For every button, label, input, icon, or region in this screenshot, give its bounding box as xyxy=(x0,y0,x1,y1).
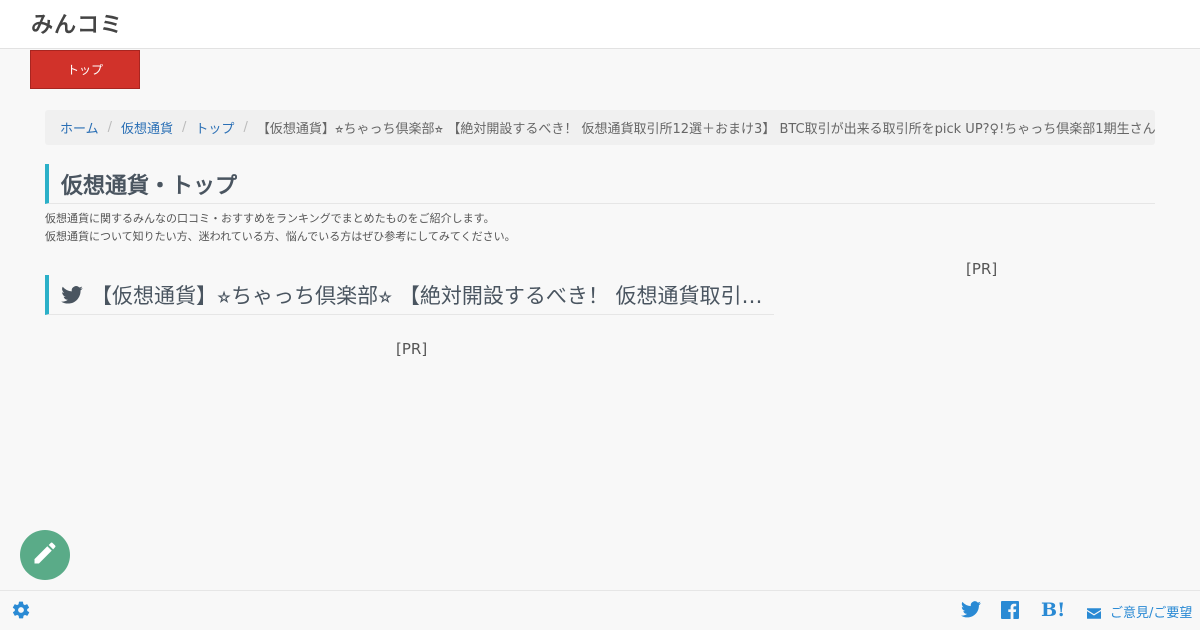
feedback-link[interactable]: ご意見/ご要望 xyxy=(1110,602,1192,621)
breadcrumb-current: 【仮想通貨】⭐︎ちゃっち倶楽部⭐︎ 【絶対開設するべき！ 仮想通貨取引所12選＋… xyxy=(256,122,1155,137)
description-line: 仮想通貨について知りたい方、迷われている方、悩んでいる方はぜひ参考にしてみてくだ… xyxy=(45,230,516,243)
gear-icon[interactable] xyxy=(11,600,31,624)
write-review-button[interactable] xyxy=(20,530,70,580)
site-logo[interactable]: みんコミ xyxy=(31,7,123,39)
pencil-icon xyxy=(31,539,59,571)
footer-bar: B! ご意見/ご要望 xyxy=(0,590,1200,630)
page-description: 仮想通貨に関するみんなの口コミ・おすすめをランキングでまとめたものをご紹介します… xyxy=(45,210,516,246)
description-line: 仮想通貨に関するみんなの口コミ・おすすめをランキングでまとめたものをご紹介します… xyxy=(45,212,495,225)
pr-label-center: [PR] xyxy=(396,340,428,358)
breadcrumb-top[interactable]: トップ xyxy=(195,118,234,137)
page-title: 仮想通貨・トップ xyxy=(45,164,1155,204)
article-title: 【仮想通貨】⭐︎ちゃっち倶楽部⭐︎ 【絶対開設するべき！ 仮想通貨取引所12選＋… xyxy=(91,283,774,308)
breadcrumb-home[interactable]: ホーム xyxy=(60,118,99,137)
mail-icon xyxy=(1087,604,1101,623)
breadcrumb-crypto[interactable]: 仮想通貨 xyxy=(121,118,173,137)
breadcrumb: ホーム / 仮想通貨 / トップ / 【仮想通貨】⭐︎ちゃっち倶楽部⭐︎ 【絶対… xyxy=(45,110,1155,145)
article-link[interactable]: 【仮想通貨】⭐︎ちゃっち倶楽部⭐︎ 【絶対開設するべき！ 仮想通貨取引所12選＋… xyxy=(45,275,774,315)
twitter-icon xyxy=(61,285,83,304)
hatena-bookmark-icon[interactable]: B! xyxy=(1041,599,1065,621)
site-header: みんコミ xyxy=(0,0,1200,49)
facebook-icon[interactable] xyxy=(1001,601,1019,623)
breadcrumb-separator: / xyxy=(243,120,248,135)
twitter-icon[interactable] xyxy=(961,601,981,622)
breadcrumb-separator: / xyxy=(107,120,113,135)
breadcrumb-separator: / xyxy=(182,120,187,135)
nav-tab-top[interactable]: トップ xyxy=(30,50,140,89)
pr-label-right: [PR] xyxy=(966,260,998,278)
